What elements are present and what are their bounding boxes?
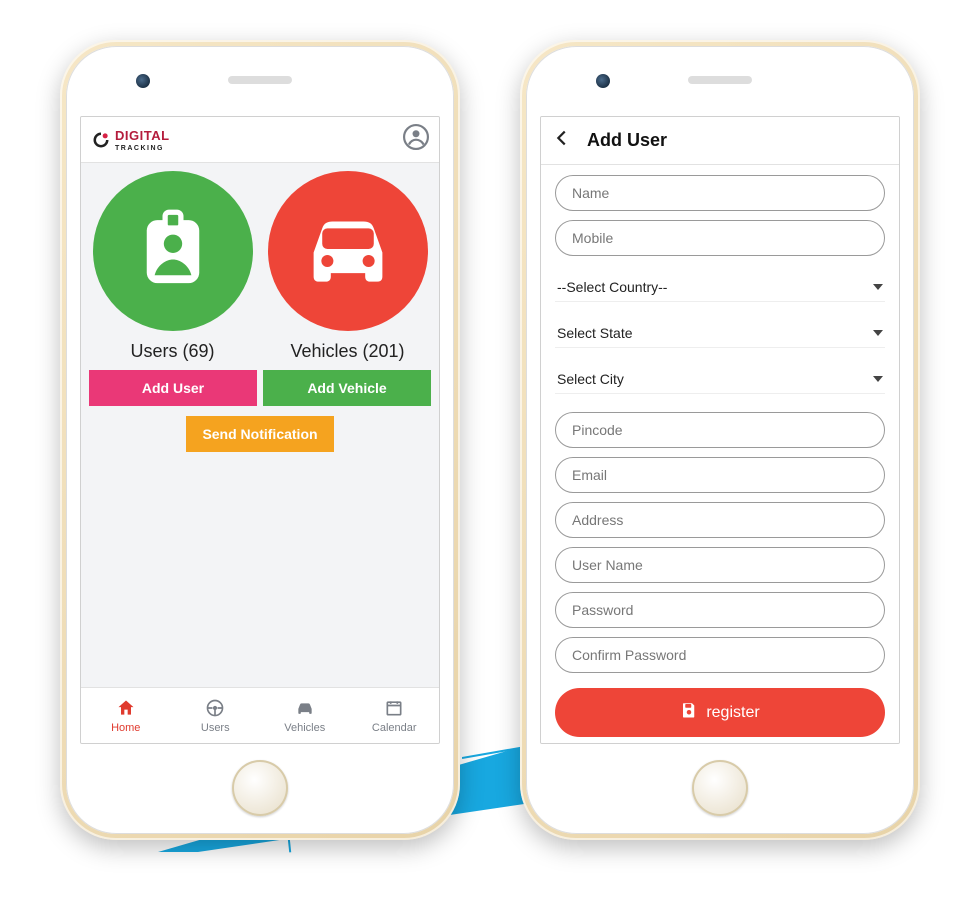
users-circle[interactable]: [93, 171, 253, 331]
nav-home[interactable]: Home: [81, 688, 171, 743]
calendar-icon: [384, 698, 404, 721]
nav-calendar-label: Calendar: [372, 722, 417, 734]
confirm-password-field[interactable]: Confirm Password: [555, 637, 885, 673]
select-state[interactable]: Select State: [555, 317, 885, 348]
back-arrow-icon[interactable]: [551, 127, 573, 154]
car-icon: [293, 194, 403, 309]
select-city[interactable]: Select City: [555, 363, 885, 394]
chevron-down-icon: [873, 376, 883, 382]
mobile-field[interactable]: Mobile: [555, 220, 885, 256]
logo-text-top: DIGITAL: [115, 128, 170, 143]
hardware-home-button[interactable]: [692, 760, 748, 816]
bottom-nav: Home Users Vehicles Calendar: [81, 687, 439, 743]
register-label: register: [706, 704, 759, 722]
pincode-field[interactable]: Pincode: [555, 412, 885, 448]
name-field[interactable]: Name: [555, 175, 885, 211]
nav-users-label: Users: [201, 722, 230, 734]
save-icon: [680, 701, 698, 724]
speaker-slot: [228, 76, 292, 84]
add-vehicle-button[interactable]: Add Vehicle: [263, 370, 431, 406]
phone-frame-1: DIGITAL TRACKING Us: [60, 40, 460, 840]
add-user-button[interactable]: Add User: [89, 370, 257, 406]
select-country-label: --Select Country--: [557, 279, 667, 295]
password-field[interactable]: Password: [555, 592, 885, 628]
send-notification-button[interactable]: Send Notification: [186, 416, 333, 452]
form-body: Name Mobile --Select Country-- Select St…: [541, 165, 899, 743]
users-card: Users (69): [89, 171, 256, 370]
profile-icon[interactable]: [403, 124, 429, 155]
nav-users[interactable]: Users: [171, 688, 261, 743]
camera-dot: [596, 74, 610, 88]
nav-vehicles-label: Vehicles: [284, 722, 325, 734]
logo-text-sub: TRACKING: [115, 145, 170, 152]
car-small-icon: [295, 698, 315, 721]
screen-add-user: Add User Name Mobile --Select Country-- …: [540, 116, 900, 744]
chevron-down-icon: [873, 330, 883, 336]
user-badge-icon: [131, 207, 215, 296]
vehicles-circle[interactable]: [268, 171, 428, 331]
email-field[interactable]: Email: [555, 457, 885, 493]
speaker-slot: [688, 76, 752, 84]
home-icon: [116, 698, 136, 721]
nav-calendar[interactable]: Calendar: [350, 688, 440, 743]
username-field[interactable]: User Name: [555, 547, 885, 583]
nav-vehicles[interactable]: Vehicles: [260, 688, 350, 743]
users-label: Users (69): [130, 341, 214, 362]
screen-home: DIGITAL TRACKING Us: [80, 116, 440, 744]
phone-frame-2: Add User Name Mobile --Select Country-- …: [520, 40, 920, 840]
camera-dot: [136, 74, 150, 88]
vehicles-card: Vehicles (201): [264, 171, 431, 370]
hardware-home-button[interactable]: [232, 760, 288, 816]
chevron-down-icon: [873, 284, 883, 290]
logo-icon: [91, 130, 111, 150]
form-header: Add User: [541, 117, 899, 165]
address-field[interactable]: Address: [555, 502, 885, 538]
steering-wheel-icon: [205, 698, 225, 721]
vehicles-label: Vehicles (201): [290, 341, 404, 362]
register-button[interactable]: register: [555, 688, 885, 737]
app-header: DIGITAL TRACKING: [81, 117, 439, 163]
form-title: Add User: [587, 130, 667, 151]
select-country[interactable]: --Select Country--: [555, 271, 885, 302]
dashboard: Users (69) Vehicles (201) Add User Add V…: [81, 163, 439, 687]
select-state-label: Select State: [557, 325, 633, 341]
app-logo: DIGITAL TRACKING: [91, 127, 170, 152]
nav-home-label: Home: [111, 722, 140, 734]
select-city-label: Select City: [557, 371, 624, 387]
